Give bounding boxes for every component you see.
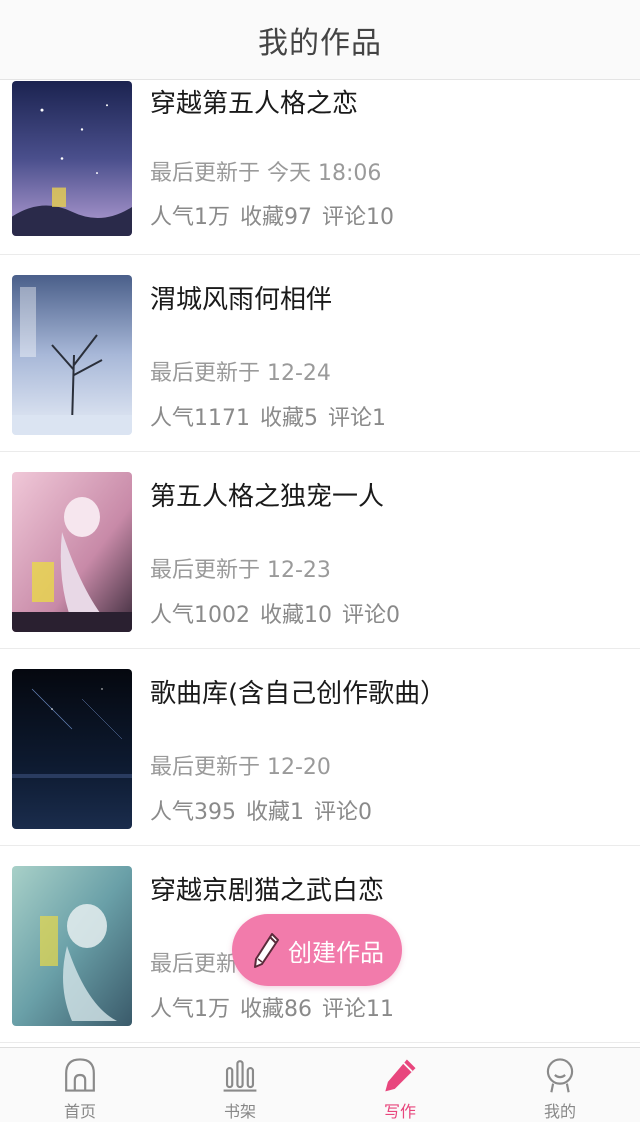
pencil-icon	[254, 933, 279, 968]
create-work-label: 创建作品	[288, 938, 384, 967]
favorites-count: 收藏86	[240, 997, 312, 1022]
favorites-count: 收藏5	[260, 406, 318, 431]
favorites-count: 收藏97	[240, 205, 312, 230]
work-item[interactable]: 穿越第五人格之恋 最后更新于 今天 18:06 人气1万 收藏97 评论10	[0, 81, 640, 255]
pencil-icon	[385, 1059, 416, 1092]
tab-profile-label: 我的	[543, 1102, 576, 1121]
popularity-count: 人气395	[150, 800, 236, 825]
create-work-button[interactable]: 创建作品	[232, 914, 402, 986]
top-bar: 我的作品	[0, 0, 640, 80]
home-icon	[65, 1058, 95, 1092]
work-title[interactable]: 穿越第五人格之恋	[150, 83, 620, 120]
tab-home-label: 首页	[63, 1102, 96, 1121]
tab-home[interactable]: 首页	[0, 1048, 160, 1122]
comments-count: 评论11	[322, 997, 394, 1022]
tab-bookshelf[interactable]: 书架	[160, 1048, 320, 1122]
tab-profile[interactable]: 我的	[480, 1048, 640, 1122]
work-stats: 人气1171 收藏5 评论1	[150, 400, 386, 432]
tab-write-label: 写作	[383, 1102, 416, 1121]
book-cover[interactable]	[12, 275, 132, 435]
tab-bookshelf-label: 书架	[223, 1102, 256, 1121]
app-screen: 我的作品 穿越第五人格之恋 最后更新于 今天 18:06 人气1万 收藏97 评…	[0, 0, 640, 1122]
favorites-count: 收藏1	[246, 800, 304, 825]
work-title[interactable]: 第五人格之独宠一人	[150, 476, 620, 513]
work-title[interactable]: 穿越京剧猫之武白恋	[150, 870, 620, 907]
last-updated: 最后更新于 12-23	[150, 558, 331, 583]
bottom-tab-bar: 首页 书架 写作 我的	[0, 1047, 640, 1122]
works-list[interactable]: 穿越第五人格之恋 最后更新于 今天 18:06 人气1万 收藏97 评论10 渭…	[0, 81, 640, 1047]
work-item[interactable]: 渭城风雨何相伴 最后更新于 12-24 人气1171 收藏5 评论1	[0, 255, 640, 452]
popularity-count: 人气1171	[150, 406, 250, 431]
book-cover[interactable]	[12, 472, 132, 632]
popularity-count: 人气1万	[150, 205, 230, 230]
comments-count: 评论0	[314, 800, 372, 825]
work-stats: 人气1002 收藏10 评论0	[150, 597, 400, 629]
last-updated: 最后更新于 12-20	[150, 755, 331, 780]
last-updated: 最后更新于 今天 18:06	[150, 161, 382, 186]
favorites-count: 收藏10	[260, 603, 332, 628]
tab-write[interactable]: 写作	[320, 1048, 480, 1122]
bookshelf-icon	[223, 1060, 257, 1092]
work-title[interactable]: 渭城风雨何相伴	[150, 279, 620, 316]
comments-count: 评论10	[322, 205, 394, 230]
book-cover[interactable]	[12, 866, 132, 1026]
book-cover[interactable]	[12, 669, 132, 829]
work-item[interactable]: 第五人格之独宠一人 最后更新于 12-23 人气1002 收藏10 评论0	[0, 452, 640, 649]
work-stats: 人气1万 收藏86 评论11	[150, 991, 394, 1023]
work-stats: 人气1万 收藏97 评论10	[150, 199, 394, 231]
popularity-count: 人气1万	[150, 997, 230, 1022]
work-title[interactable]: 歌曲库(含自己创作歌曲）	[150, 673, 620, 710]
popularity-count: 人气1002	[150, 603, 250, 628]
profile-icon	[546, 1058, 574, 1093]
work-stats: 人气395 收藏1 评论0	[150, 794, 372, 826]
book-cover[interactable]	[12, 81, 132, 236]
comments-count: 评论1	[328, 406, 386, 431]
comments-count: 评论0	[342, 603, 400, 628]
page-title: 我的作品	[258, 25, 382, 61]
work-item[interactable]: 歌曲库(含自己创作歌曲） 最后更新于 12-20 人气395 收藏1 评论0	[0, 649, 640, 846]
last-updated: 最后更新于 12-24	[150, 361, 331, 386]
